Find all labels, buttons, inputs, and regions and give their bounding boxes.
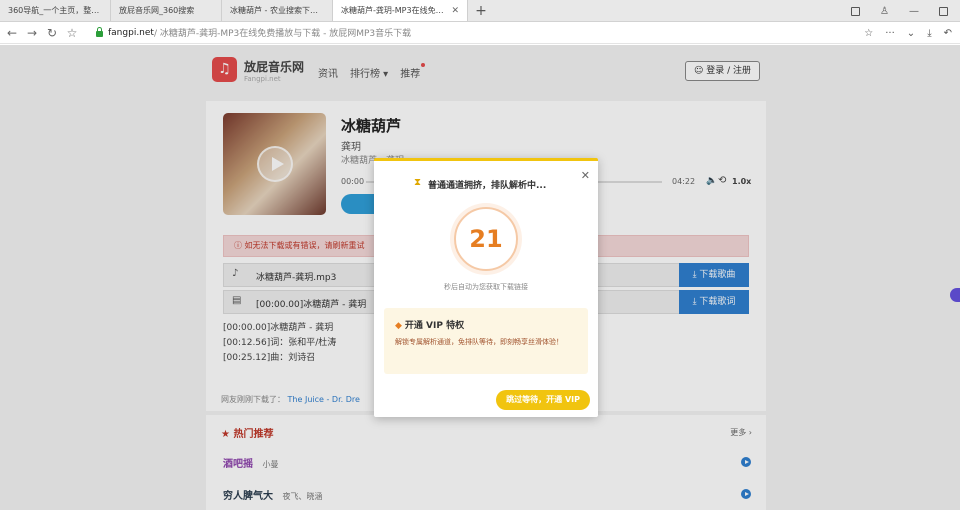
queue-modal: ✕ ⧗ 普通通道拥挤，排队解析中... 21 秒后自动为您获取下载链接 ◆ 开通 … (374, 158, 598, 417)
shirt-icon[interactable]: ♙ (880, 6, 889, 17)
new-tab-button[interactable]: + (468, 0, 494, 21)
tab-1[interactable]: 360导航_一个主页，整个世界 (0, 0, 111, 21)
minimize-icon[interactable]: — (909, 6, 919, 17)
download-icon[interactable]: ⤓ (927, 28, 931, 39)
tab-active[interactable]: 冰糖葫芦-龚玥-MP3在线免费播放 ✕ (333, 0, 468, 21)
lock-icon (96, 26, 103, 37)
window-controls: ♙ — (851, 0, 948, 22)
hourglass-icon: ⧗ (414, 177, 422, 188)
side-assistant-icon[interactable] (950, 288, 960, 302)
modal-title: 普通通道拥挤，排队解析中... (428, 181, 547, 191)
tab-active-label: 冰糖葫芦-龚玥-MP3在线免费播放 (341, 5, 447, 15)
browser-toolbar: ← → ↻ ☆ fangpi.net / 冰糖葫芦-龚玥-MP3在线免费播放与下… (0, 22, 960, 44)
address-bar[interactable]: fangpi.net / 冰糖葫芦-龚玥-MP3在线免费播放与下载 - 放屁网M… (96, 22, 411, 44)
bookmark-star-icon[interactable]: ☆ (864, 28, 873, 39)
back-icon[interactable]: ← (2, 26, 22, 40)
refresh-icon[interactable]: ↻ (42, 26, 62, 40)
vip-box: ◆ 开通 VIP 特权 解锁专属解析通道，免排队等待，即刻畅享丝滑体验！ (384, 308, 588, 374)
star-icon[interactable]: ☆ (62, 26, 82, 40)
dropdown-icon[interactable]: ⌄ (907, 28, 915, 39)
maximize-icon[interactable] (939, 6, 948, 16)
vip-button[interactable]: 跳过等待，开通 VIP (496, 390, 590, 410)
address-path: / 冰糖葫芦-龚玥-MP3在线免费播放与下载 - 放屁网MP3音乐下载 (153, 29, 412, 39)
close-icon[interactable]: ✕ (581, 169, 590, 182)
vip-title-label: 开通 VIP 特权 (404, 321, 465, 331)
tab-close-icon[interactable]: ✕ (451, 0, 459, 21)
window-tile-icon[interactable] (851, 6, 861, 16)
tab-2[interactable]: 放屁音乐网_360搜索 (111, 0, 222, 21)
forward-icon[interactable]: → (22, 26, 42, 40)
undo-icon[interactable]: ↶ (944, 28, 952, 39)
vip-title: ◆ 开通 VIP 特权 (395, 318, 464, 331)
vip-description: 解锁专属解析通道，免排队等待，即刻畅享丝滑体验！ (395, 338, 563, 346)
diamond-icon: ◆ (395, 321, 402, 331)
countdown-subtext: 秒后自动为您获取下载链接 (444, 283, 528, 291)
tab-3[interactable]: 冰糖葫芦 - 农业搜索下载 - 放屁网 (222, 0, 333, 21)
toolbar-right: ☆ ··· ⌄ ⤓ ↶ (864, 22, 952, 44)
more-icon[interactable]: ··· (885, 28, 895, 39)
address-host: fangpi.net (108, 27, 154, 38)
countdown-number: 21 (469, 225, 503, 253)
tab-bar: 360导航_一个主页，整个世界 放屁音乐网_360搜索 冰糖葫芦 - 农业搜索下… (0, 0, 960, 22)
countdown-ring: 21 (454, 207, 518, 271)
